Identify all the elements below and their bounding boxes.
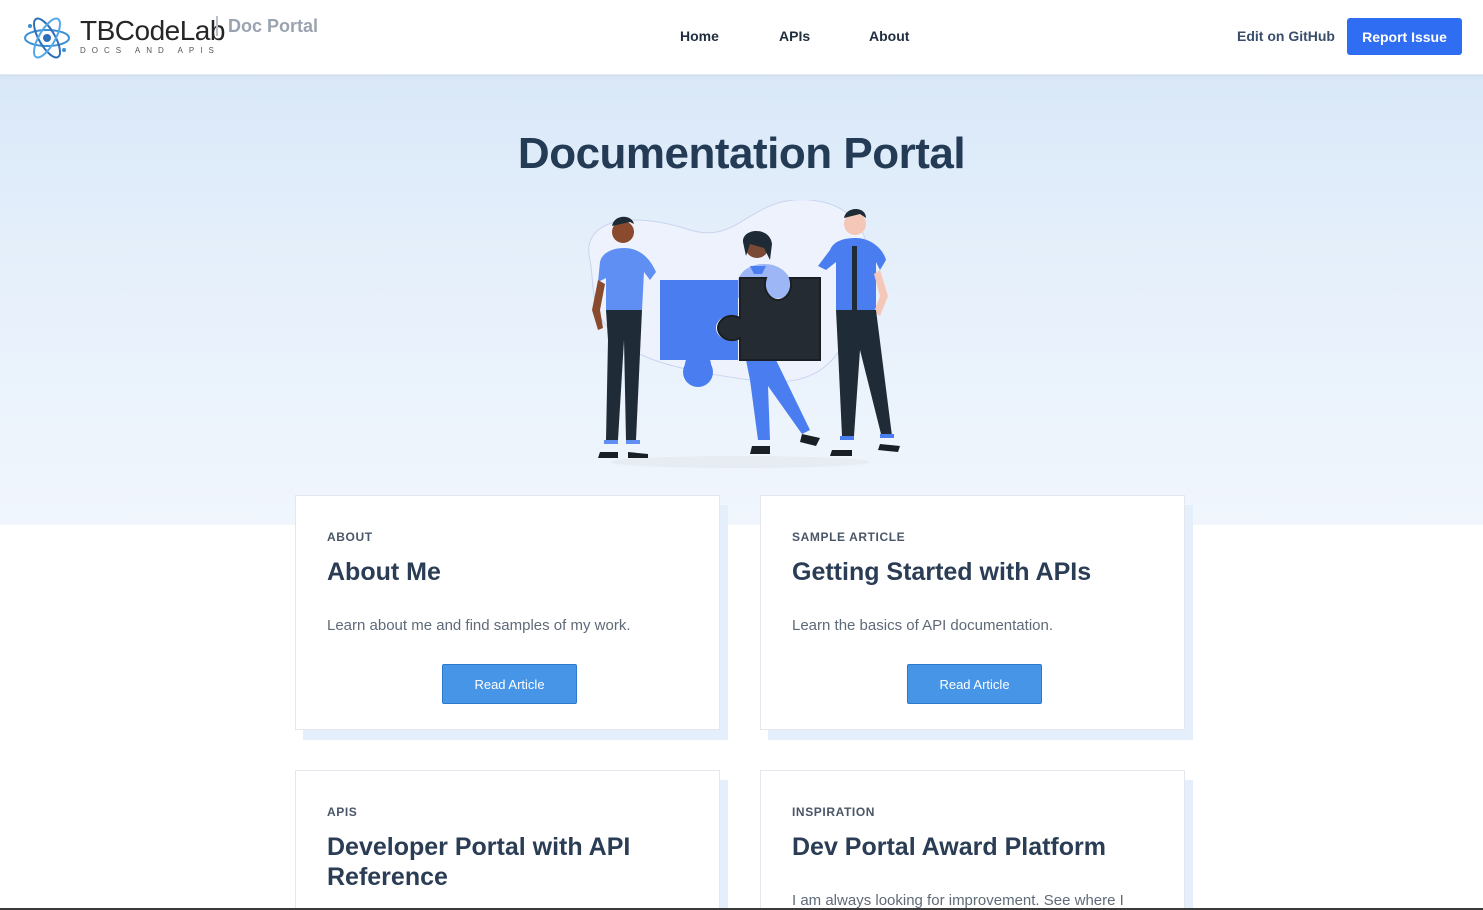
card-description: Learn about me and find samples of my wo… [327, 617, 631, 634]
read-article-button[interactable]: Read Article [442, 664, 577, 704]
team-puzzle-illustration [588, 200, 900, 468]
card-developer-portal: APIS Developer Portal with API Reference [295, 770, 720, 910]
nav-home[interactable]: Home [680, 28, 719, 44]
edit-on-github-link[interactable]: Edit on GitHub [1237, 28, 1335, 44]
page-title: Documentation Portal [517, 129, 966, 178]
logo-tagline: DOCS AND APIS [80, 46, 220, 55]
logo-name: TBCodeLab [80, 15, 225, 46]
card-description: I am always looking for improvement. See… [792, 892, 1124, 909]
card-title[interactable]: Developer Portal with API Reference [327, 832, 688, 892]
site-logo[interactable]: TBCodeLab DOCS AND APIS [22, 13, 225, 63]
card-title[interactable]: About Me [327, 557, 688, 587]
logo-text: TBCodeLab DOCS AND APIS [80, 16, 225, 56]
card-title[interactable]: Getting Started with APIs [792, 557, 1153, 587]
atom-logo-icon [24, 17, 70, 59]
card-dev-portal-award: INSPIRATION Dev Portal Award Platform I … [760, 770, 1185, 910]
logo-divider [216, 16, 218, 36]
hero-section: Documentation Portal [0, 75, 1483, 525]
card-category: INSPIRATION [792, 805, 876, 819]
read-article-button[interactable]: Read Article [907, 664, 1042, 704]
card-getting-started: SAMPLE ARTICLE Getting Started with APIs… [760, 495, 1185, 730]
card-about-me: ABOUT About Me Learn about me and find s… [295, 495, 720, 730]
card-category: APIS [327, 805, 358, 819]
card-title[interactable]: Dev Portal Award Platform [792, 832, 1153, 862]
portal-name[interactable]: Doc Portal [228, 16, 318, 37]
top-header: TBCodeLab DOCS AND APIS Doc Portal Home … [0, 0, 1483, 75]
report-issue-button[interactable]: Report Issue [1347, 18, 1462, 55]
nav-about[interactable]: About [869, 28, 909, 44]
card-category: ABOUT [327, 530, 373, 544]
nav-apis[interactable]: APIs [779, 28, 810, 44]
card-category: SAMPLE ARTICLE [792, 530, 906, 544]
card-description: Learn the basics of API documentation. [792, 617, 1053, 634]
